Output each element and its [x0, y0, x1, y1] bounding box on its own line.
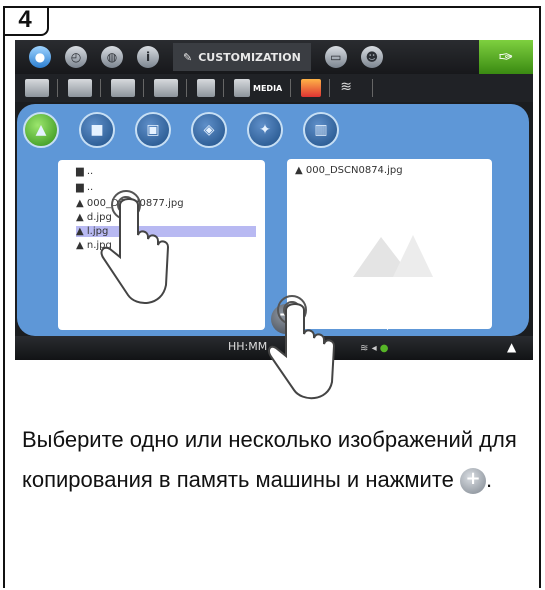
tab-customization[interactable]: ✎ CUSTOMIZATION — [173, 43, 311, 71]
bobbin-icon[interactable]: ◍ — [101, 46, 123, 68]
separator — [223, 79, 224, 97]
category-images[interactable]: ▲ — [23, 112, 59, 148]
picture-frame-icon[interactable] — [111, 79, 135, 97]
folder-up[interactable]: ▆ .. — [76, 166, 93, 177]
water-drop-icon[interactable]: ● — [29, 46, 51, 68]
category-sounds[interactable]: ▥ — [303, 112, 339, 148]
volume-status-icon: ◂ — [371, 343, 377, 354]
file-item[interactable]: ▲ 000_DSCN0874.jpg — [295, 165, 403, 176]
clock-display: HH:MM — [228, 340, 268, 353]
pencil-icon: ✎ — [183, 50, 193, 64]
clock-icon[interactable]: ◴ — [65, 46, 87, 68]
separator — [372, 79, 374, 97]
sub-toolbar: MEDIA ≋ — [15, 74, 533, 102]
category-stitches[interactable]: ◈ — [191, 112, 227, 148]
palette-icon[interactable] — [301, 79, 322, 97]
separator — [290, 79, 292, 97]
wifi-icon[interactable]: ≋ — [340, 79, 364, 97]
user-icon[interactable]: ☻ — [360, 46, 383, 68]
category-videos[interactable]: ■ — [79, 112, 115, 148]
step-number: 4 — [3, 6, 49, 36]
usb-stick-icon[interactable] — [234, 79, 250, 97]
category-embroidery[interactable]: ▣ — [135, 112, 171, 148]
status-icons: ≋ ◂ ● — [360, 343, 389, 354]
instruction-text: Выберите одно или несколько изображений … — [22, 420, 527, 500]
top-toolbar: ● ◴ ◍ i ✎ CUSTOMIZATION ▭ ☻ ✑ — [15, 40, 533, 74]
brightness-icon[interactable] — [154, 79, 178, 97]
speaker-icon[interactable] — [197, 79, 215, 97]
category-designs[interactable]: ✦ — [247, 112, 283, 148]
wifi-status-icon: ≋ — [360, 343, 369, 354]
separator — [100, 79, 101, 97]
hand-pointer-icon — [268, 295, 336, 400]
connection-status-icon: ● — [379, 343, 389, 354]
storage-usage: 0.8 Mb/50.0 Mb — [353, 321, 431, 332]
separator — [186, 79, 187, 97]
expand-arrow-icon[interactable]: ▲ — [507, 340, 516, 354]
image-preview-icon — [353, 235, 433, 277]
tab-customization-label: CUSTOMIZATION — [198, 50, 301, 64]
monitor-icon[interactable]: ▭ — [324, 46, 347, 68]
open-book-icon[interactable] — [68, 79, 92, 97]
plus-button-icon: + — [460, 468, 487, 495]
separator — [329, 79, 331, 97]
info-icon[interactable]: i — [137, 46, 159, 68]
separator — [57, 79, 58, 97]
book-icon[interactable] — [25, 79, 49, 97]
folder-up[interactable]: ▆ .. — [76, 182, 93, 193]
separator — [143, 79, 144, 97]
hand-pointer-icon — [100, 190, 170, 304]
wrench-icon[interactable]: ✑ — [479, 40, 533, 74]
tab-media-label: MEDIA — [253, 83, 283, 93]
